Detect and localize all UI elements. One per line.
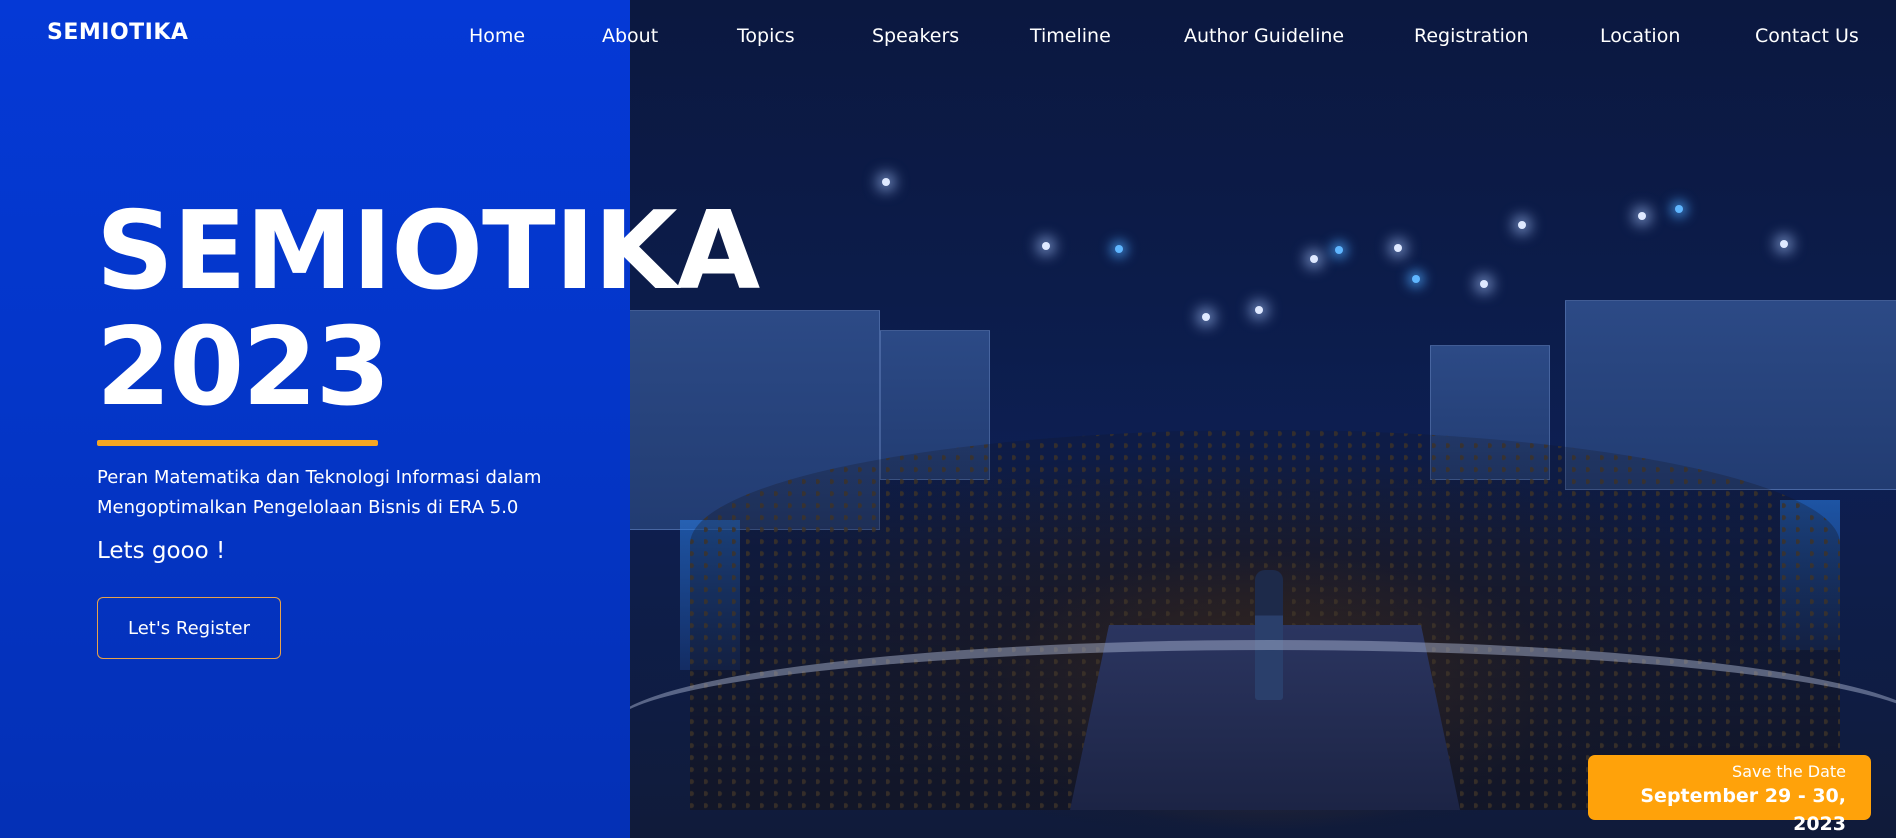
ceiling-light — [882, 178, 890, 186]
ceiling-light — [1675, 205, 1683, 213]
nav-about[interactable]: About — [602, 25, 658, 47]
title-underline — [97, 440, 378, 446]
ceiling-light — [1202, 313, 1210, 321]
save-the-date-badge: Save the Date September 29 - 30, 2023 — [1588, 755, 1871, 835]
ceiling-light — [1255, 306, 1263, 314]
nav-timeline[interactable]: Timeline — [1030, 25, 1111, 47]
register-button[interactable]: Let's Register — [97, 597, 281, 659]
hero-year: 2023 — [96, 305, 391, 430]
nav-contact-us[interactable]: Contact Us — [1755, 25, 1859, 47]
nav-speakers[interactable]: Speakers — [872, 25, 959, 47]
event-dates: September 29 - 30, 2023 — [1640, 785, 1846, 835]
nav-registration[interactable]: Registration — [1414, 25, 1529, 47]
ceiling-light — [1042, 242, 1050, 250]
ceiling-light — [1780, 240, 1788, 248]
ceiling-light — [1638, 212, 1646, 220]
ceiling-light — [1518, 221, 1526, 229]
ceiling-light — [1480, 280, 1488, 288]
ceiling-light — [1115, 245, 1123, 253]
hero-background-image — [630, 0, 1896, 838]
ceiling-light — [1412, 275, 1420, 283]
site-logo[interactable]: SEMIOTIKA — [47, 20, 188, 45]
ceiling-light — [1310, 255, 1318, 263]
nav-topics[interactable]: Topics — [737, 25, 795, 47]
save-the-date-label: Save the Date — [1732, 762, 1846, 781]
nav-home[interactable]: Home — [469, 25, 525, 47]
nav-location[interactable]: Location — [1600, 25, 1680, 47]
ceiling-light — [1394, 244, 1402, 252]
nav-author-guideline[interactable]: Author Guideline — [1184, 25, 1344, 47]
ceiling-light — [1335, 246, 1343, 254]
hero-subtitle: Peran Matematika dan Teknologi Informasi… — [97, 467, 542, 518]
hero-title: SEMIOTIKA — [96, 189, 760, 314]
hero-tagline: Lets gooo ! — [97, 538, 226, 564]
